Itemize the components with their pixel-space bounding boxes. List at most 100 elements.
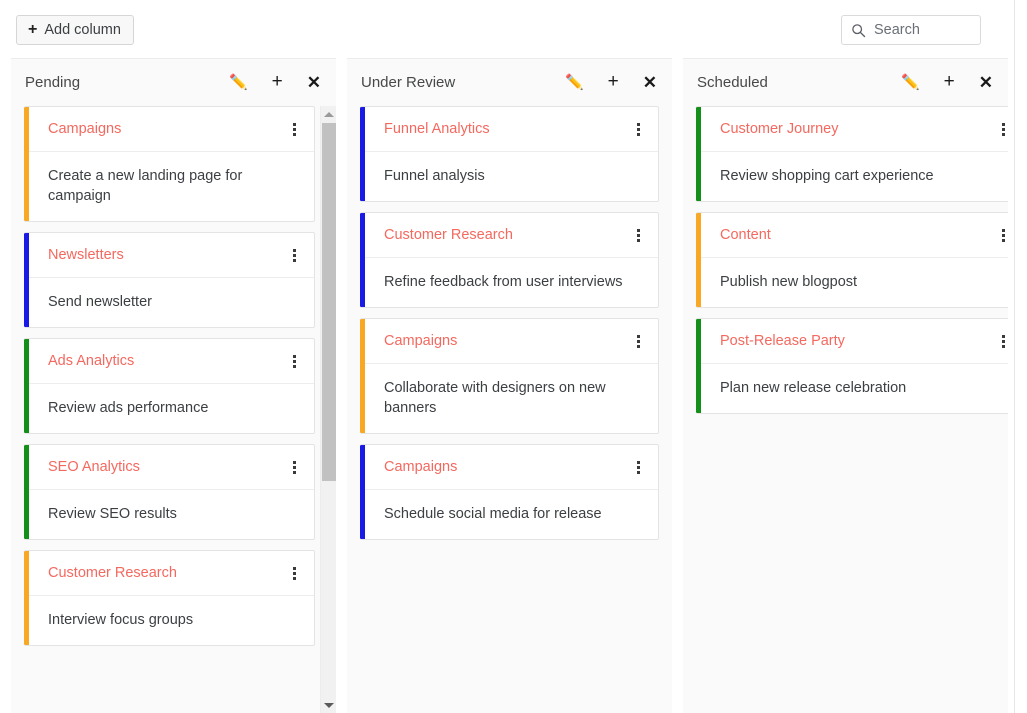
column-title: Pending bbox=[25, 74, 81, 91]
card-list: Customer Journey Review shopping cart exp… bbox=[683, 106, 1008, 424]
card-color-bar bbox=[696, 213, 701, 307]
pencil-icon[interactable]: ✏️ bbox=[901, 75, 920, 90]
column-scrollbar[interactable] bbox=[320, 106, 336, 713]
column-actions: ✏️ + ✕ bbox=[901, 72, 996, 91]
scroll-down-arrow-icon[interactable] bbox=[321, 697, 336, 713]
plus-icon[interactable]: + bbox=[608, 72, 619, 91]
card[interactable]: Ads Analytics Review ads performance bbox=[24, 338, 315, 434]
card-text: Collaborate with designers on new banner… bbox=[384, 380, 606, 416]
card-header: Ads Analytics bbox=[24, 339, 314, 384]
card[interactable]: Customer Research Interview focus groups bbox=[24, 550, 315, 646]
card-list: Funnel Analytics Funnel analysis Customer … bbox=[347, 106, 672, 550]
card[interactable]: Customer Journey Review shopping cart exp… bbox=[696, 106, 1008, 202]
card[interactable]: Funnel Analytics Funnel analysis bbox=[360, 106, 659, 202]
card-menu-icon[interactable] bbox=[630, 120, 646, 138]
card-menu-icon[interactable] bbox=[995, 332, 1008, 350]
card-header: Customer Research bbox=[24, 551, 314, 596]
card-list: Campaigns Create a new landing page for c… bbox=[11, 106, 328, 656]
search-input[interactable] bbox=[874, 22, 980, 38]
add-column-button[interactable]: + Add column bbox=[16, 15, 134, 45]
card-menu-icon[interactable] bbox=[630, 226, 646, 244]
toolbar: + Add column bbox=[0, 0, 1014, 58]
card-text: Publish new blogpost bbox=[720, 274, 858, 290]
card-header: Customer Research bbox=[360, 213, 658, 258]
card-label: Post-Release Party bbox=[720, 333, 845, 349]
card-color-bar bbox=[24, 339, 29, 433]
card-menu-icon[interactable] bbox=[286, 458, 302, 476]
card-menu-icon[interactable] bbox=[630, 332, 646, 350]
card-color-bar bbox=[360, 213, 365, 307]
card-menu-icon[interactable] bbox=[995, 226, 1008, 244]
close-icon[interactable]: ✕ bbox=[643, 74, 657, 91]
plus-icon[interactable]: + bbox=[272, 72, 283, 91]
close-icon[interactable]: ✕ bbox=[307, 74, 321, 91]
column-actions: ✏️ + ✕ bbox=[565, 72, 660, 91]
pencil-icon[interactable]: ✏️ bbox=[229, 75, 248, 90]
card-label: Funnel Analytics bbox=[384, 121, 490, 137]
card-header: SEO Analytics bbox=[24, 445, 314, 490]
card-color-bar bbox=[360, 107, 365, 201]
column-body: Campaigns Create a new landing page for c… bbox=[11, 106, 336, 713]
card[interactable]: Newsletters Send newsletter bbox=[24, 232, 315, 328]
column-header: Scheduled ✏️ + ✕ bbox=[683, 59, 1008, 106]
card[interactable]: Post-Release Party Plan new release celeb… bbox=[696, 318, 1008, 414]
card[interactable]: Content Publish new blogpost bbox=[696, 212, 1008, 308]
card-label: Customer Research bbox=[384, 227, 513, 243]
card-color-bar bbox=[696, 319, 701, 413]
column-title: Under Review bbox=[361, 74, 456, 91]
pencil-icon[interactable]: ✏️ bbox=[565, 75, 584, 90]
card-menu-icon[interactable] bbox=[995, 120, 1008, 138]
column-header: Pending ✏️ + ✕ bbox=[11, 59, 336, 106]
card-color-bar bbox=[24, 107, 29, 221]
card-text: Funnel analysis bbox=[384, 168, 485, 184]
card-menu-icon[interactable] bbox=[286, 352, 302, 370]
card-menu-icon[interactable] bbox=[286, 564, 302, 582]
card-header: Campaigns bbox=[24, 107, 314, 152]
card-menu-icon[interactable] bbox=[286, 120, 302, 138]
card-color-bar bbox=[360, 445, 365, 539]
column-body: Funnel Analytics Funnel analysis Customer … bbox=[347, 106, 672, 713]
card-label: Customer Journey bbox=[720, 121, 839, 137]
card-header: Content bbox=[696, 213, 1008, 258]
card[interactable]: Campaigns Create a new landing page for c… bbox=[24, 106, 315, 222]
search-box[interactable] bbox=[841, 15, 981, 45]
card-text: Send newsletter bbox=[48, 294, 152, 310]
column: Pending ✏️ + ✕ Campaigns Create a new landing… bbox=[11, 58, 336, 713]
card[interactable]: SEO Analytics Review SEO results bbox=[24, 444, 315, 540]
card-text: Refine feedback from user interviews bbox=[384, 274, 623, 290]
column: Under Review ✏️ + ✕ Funnel Analytics Funnel a… bbox=[347, 58, 672, 713]
card-label: Campaigns bbox=[384, 459, 458, 475]
card-label: Campaigns bbox=[48, 121, 122, 137]
card-color-bar bbox=[696, 107, 701, 201]
board: Pending ✏️ + ✕ Campaigns Create a new landing… bbox=[0, 58, 1014, 713]
card[interactable]: Campaigns Collaborate with designers on n… bbox=[360, 318, 659, 434]
card-label: Campaigns bbox=[384, 333, 458, 349]
card[interactable]: Customer Research Refine feedback from us… bbox=[360, 212, 659, 308]
kanban-page: + Add column Pending ✏️ + ✕ Campaigns Create … bbox=[0, 0, 1027, 713]
card-label: Ads Analytics bbox=[48, 353, 135, 369]
card[interactable]: Campaigns Schedule social media for relea… bbox=[360, 444, 659, 540]
scrollbar-thumb[interactable] bbox=[322, 123, 336, 481]
card-text: Review SEO results bbox=[48, 506, 177, 522]
card-text: Interview focus groups bbox=[48, 612, 194, 628]
card-header: Newsletters bbox=[24, 233, 314, 278]
card-header: Funnel Analytics bbox=[360, 107, 658, 152]
card-color-bar bbox=[24, 233, 29, 327]
column-header: Under Review ✏️ + ✕ bbox=[347, 59, 672, 106]
card-color-bar bbox=[24, 551, 29, 645]
card-label: Content bbox=[720, 227, 771, 243]
plus-icon[interactable]: + bbox=[944, 72, 955, 91]
card-text: Schedule social media for release bbox=[384, 506, 602, 522]
close-icon[interactable]: ✕ bbox=[979, 74, 993, 91]
card-menu-icon[interactable] bbox=[286, 246, 302, 264]
card-label: Customer Research bbox=[48, 565, 177, 581]
card-header: Campaigns bbox=[360, 445, 658, 490]
scroll-up-arrow-icon[interactable] bbox=[321, 106, 336, 122]
search-icon bbox=[852, 23, 866, 37]
add-column-label: Add column bbox=[44, 22, 121, 38]
card-color-bar bbox=[360, 319, 365, 433]
card-header: Post-Release Party bbox=[696, 319, 1008, 364]
column: Scheduled ✏️ + ✕ Customer Journey Review shop… bbox=[683, 58, 1008, 713]
right-gutter bbox=[1015, 0, 1027, 713]
card-menu-icon[interactable] bbox=[630, 458, 646, 476]
